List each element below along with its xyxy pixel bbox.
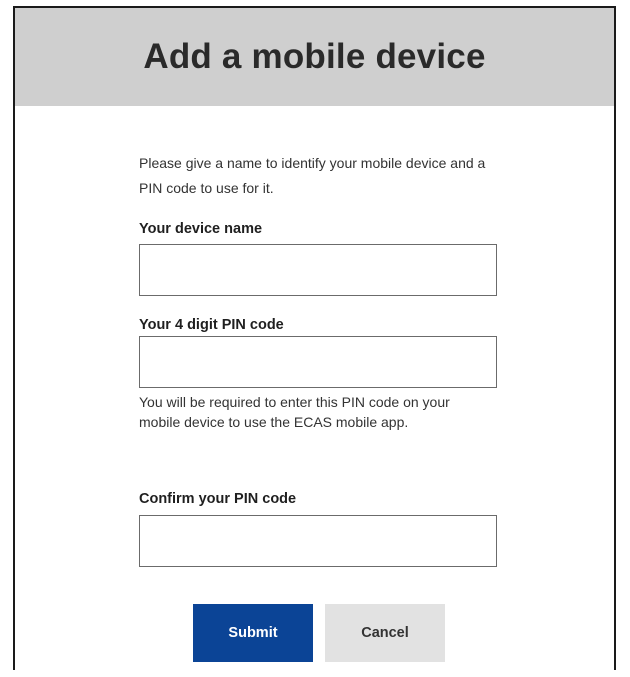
pin-label: Your 4 digit PIN code xyxy=(139,317,284,333)
device-name-label: Your device name xyxy=(139,221,263,237)
dialog-header: Add a mobile device xyxy=(15,8,614,106)
device-name-input[interactable] xyxy=(139,244,497,296)
pin-input[interactable] xyxy=(139,336,497,388)
submit-button[interactable]: Submit xyxy=(193,604,313,662)
intro-text: Please give a name to identify your mobi… xyxy=(139,155,486,196)
confirm-pin-input[interactable] xyxy=(139,515,497,567)
page-title: Add a mobile device xyxy=(143,37,486,76)
pin-help-text: You will be required to enter this PIN c… xyxy=(139,394,450,430)
cancel-button[interactable]: Cancel xyxy=(325,604,445,662)
add-mobile-device-dialog: Add a mobile device Please give a name t… xyxy=(13,6,616,670)
confirm-pin-label: Confirm your PIN code xyxy=(139,491,297,507)
